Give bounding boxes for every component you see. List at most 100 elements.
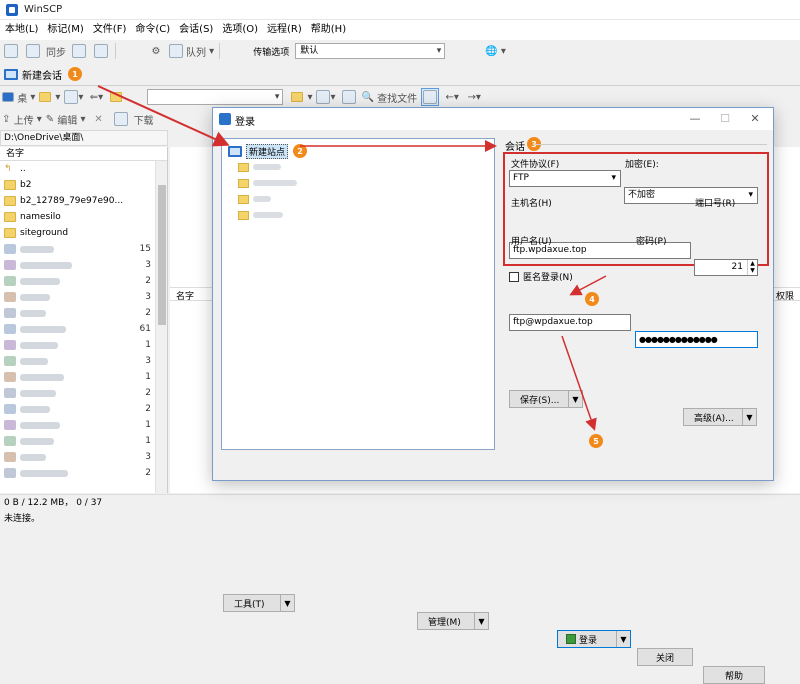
file-row[interactable]: 2 xyxy=(0,305,167,321)
tree-row[interactable] xyxy=(222,207,494,223)
remote-folder-button[interactable]: ▾ xyxy=(291,88,312,106)
refresh-button[interactable] xyxy=(340,88,358,106)
close-dialog-button[interactable]: 关闭 xyxy=(637,648,693,666)
sync-button[interactable]: 同步 xyxy=(46,42,66,60)
minimize-button[interactable]: — xyxy=(681,110,709,128)
menu-help[interactable]: 帮助(H) xyxy=(306,20,350,40)
file-row[interactable]: 2 xyxy=(0,465,167,481)
parent-dir-button[interactable] xyxy=(109,88,127,106)
filter-button[interactable]: ▾ xyxy=(64,88,83,106)
new-session-tab[interactable]: 新建会话 1 xyxy=(4,64,82,84)
remote-filter-button[interactable]: ▾ xyxy=(316,88,336,106)
protocol-select[interactable]: FTP xyxy=(509,170,621,187)
advanced-button[interactable]: 高级(A)... ▼ xyxy=(683,408,757,426)
checkbox-box[interactable] xyxy=(509,271,519,282)
file-row[interactable]: 2 xyxy=(0,401,167,417)
menu-options[interactable]: 选项(O) xyxy=(217,20,262,40)
tools-button[interactable]: 工具(T) ▼ xyxy=(223,594,295,612)
toolbar-remote-button[interactable] xyxy=(24,42,42,60)
tree-row[interactable] xyxy=(222,159,494,175)
login-button[interactable]: 登录 ▼ xyxy=(557,630,631,648)
file-row[interactable]: 1 xyxy=(0,369,167,385)
remote-name-header[interactable]: 名字 xyxy=(176,289,194,302)
file-name: .. xyxy=(20,164,26,174)
username-input[interactable]: ftp@wpdaxue.top xyxy=(509,314,631,331)
menu-mark[interactable]: 标记(M) xyxy=(42,20,87,40)
file-row[interactable]: b2 xyxy=(0,177,167,193)
file-row[interactable]: 1 xyxy=(0,433,167,449)
file-row[interactable]: siteground xyxy=(0,225,167,241)
menu-session[interactable]: 会话(S) xyxy=(174,20,217,40)
menu-file[interactable]: 文件(F) xyxy=(88,20,131,40)
manage-dropdown-icon[interactable]: ▼ xyxy=(474,613,488,629)
file-row[interactable]: b2_12789_79e97e90... xyxy=(0,193,167,209)
remote-forward-button[interactable]: → ▾ xyxy=(465,88,483,106)
menu-command[interactable]: 命令(C) xyxy=(130,20,174,40)
toolbar-local-button[interactable] xyxy=(2,42,20,60)
file-row[interactable]: namesilo xyxy=(0,209,167,225)
scroll-thumb[interactable] xyxy=(158,185,166,325)
file-icon xyxy=(4,388,16,398)
file-row[interactable]: 2 xyxy=(0,385,167,401)
save-button[interactable]: 保存(S)... ▼ xyxy=(509,390,583,408)
delete-button[interactable]: ✕ xyxy=(90,110,108,128)
anonymous-login-checkbox[interactable]: 匿名登录(N) xyxy=(509,270,573,283)
edit-button[interactable]: ✎ 编辑 ▾ xyxy=(46,110,86,128)
file-row[interactable]: 3 xyxy=(0,257,167,273)
download-button[interactable]: 下载 xyxy=(134,110,154,128)
open-folder-button[interactable]: ▾ xyxy=(39,88,60,106)
file-row[interactable]: 61 xyxy=(0,321,167,337)
tree-row[interactable] xyxy=(222,191,494,207)
compare-button[interactable] xyxy=(70,42,88,60)
menu-local[interactable]: 本地(L) xyxy=(0,20,42,40)
back-button[interactable]: ⇐ ▾ xyxy=(87,88,105,106)
port-input[interactable]: 21 ▲ ▼ xyxy=(694,259,758,276)
menu-remote[interactable]: 远程(R) xyxy=(262,20,306,40)
port-spinner[interactable]: ▲ ▼ xyxy=(747,260,757,275)
file-row[interactable]: 1 xyxy=(0,417,167,433)
file-row[interactable]: 1 xyxy=(0,337,167,353)
refresh-icon xyxy=(341,90,356,104)
find-files-button[interactable]: 🔍 查找文件 xyxy=(362,88,418,106)
tree-row-new-site[interactable]: 新建站点 2 xyxy=(222,143,494,159)
tree-toggle-button[interactable] xyxy=(421,88,440,106)
remote-back-button[interactable]: ← ▾ xyxy=(443,88,461,106)
file-row-parent[interactable]: ↰.. xyxy=(0,161,167,177)
local-scrollbar[interactable] xyxy=(155,161,167,493)
monitor-icon xyxy=(4,68,18,80)
sync-label: 同步 xyxy=(46,47,66,59)
encryption-select[interactable]: 不加密 xyxy=(624,187,758,204)
folder-icon xyxy=(4,228,16,238)
name-column-header[interactable]: 名字 xyxy=(0,147,167,161)
preferences-button[interactable]: ⚙ xyxy=(147,42,165,60)
file-row[interactable]: 15 xyxy=(0,241,167,257)
help-button[interactable]: 帮助 xyxy=(703,666,765,684)
keep-up-button[interactable] xyxy=(92,42,110,60)
file-row[interactable]: 3 xyxy=(0,353,167,369)
folder-icon xyxy=(4,196,16,206)
manage-button[interactable]: 管理(M) ▼ xyxy=(417,612,489,630)
save-dropdown-icon[interactable]: ▼ xyxy=(568,391,582,407)
transfer-options-select[interactable]: 默认 xyxy=(295,43,446,59)
remote-path-select[interactable] xyxy=(147,89,284,105)
local-path-bar[interactable]: D:\OneDrive\桌面\ xyxy=(0,130,168,146)
file-row[interactable]: 3 xyxy=(0,289,167,305)
folder-icon xyxy=(4,212,16,222)
file-row[interactable]: 3 xyxy=(0,449,167,465)
remote-filter-icon xyxy=(316,90,331,104)
tools-dropdown-icon[interactable]: ▼ xyxy=(280,595,294,611)
queue-button[interactable]: 队列 ▾ xyxy=(169,42,214,60)
advanced-dropdown-icon[interactable]: ▼ xyxy=(742,409,756,425)
remote-rights-header[interactable]: 权限 xyxy=(776,289,794,302)
close-button[interactable]: ✕ xyxy=(741,110,769,128)
desktop-drive-select[interactable]: 桌 ▾ xyxy=(2,88,35,106)
file-row[interactable]: 2 xyxy=(0,273,167,289)
globe-button[interactable]: 🌐 ▾ xyxy=(485,42,506,60)
maximize-button[interactable]: ☐ xyxy=(711,110,739,128)
queue-label: 队列 xyxy=(186,47,206,59)
tree-row[interactable] xyxy=(222,175,494,191)
properties-button[interactable] xyxy=(112,110,130,128)
login-dropdown-icon[interactable]: ▼ xyxy=(616,631,630,647)
password-input[interactable]: ●●●●●●●●●●●●● xyxy=(635,331,758,348)
upload-button[interactable]: ⇪ 上传 ▾ xyxy=(2,110,42,128)
